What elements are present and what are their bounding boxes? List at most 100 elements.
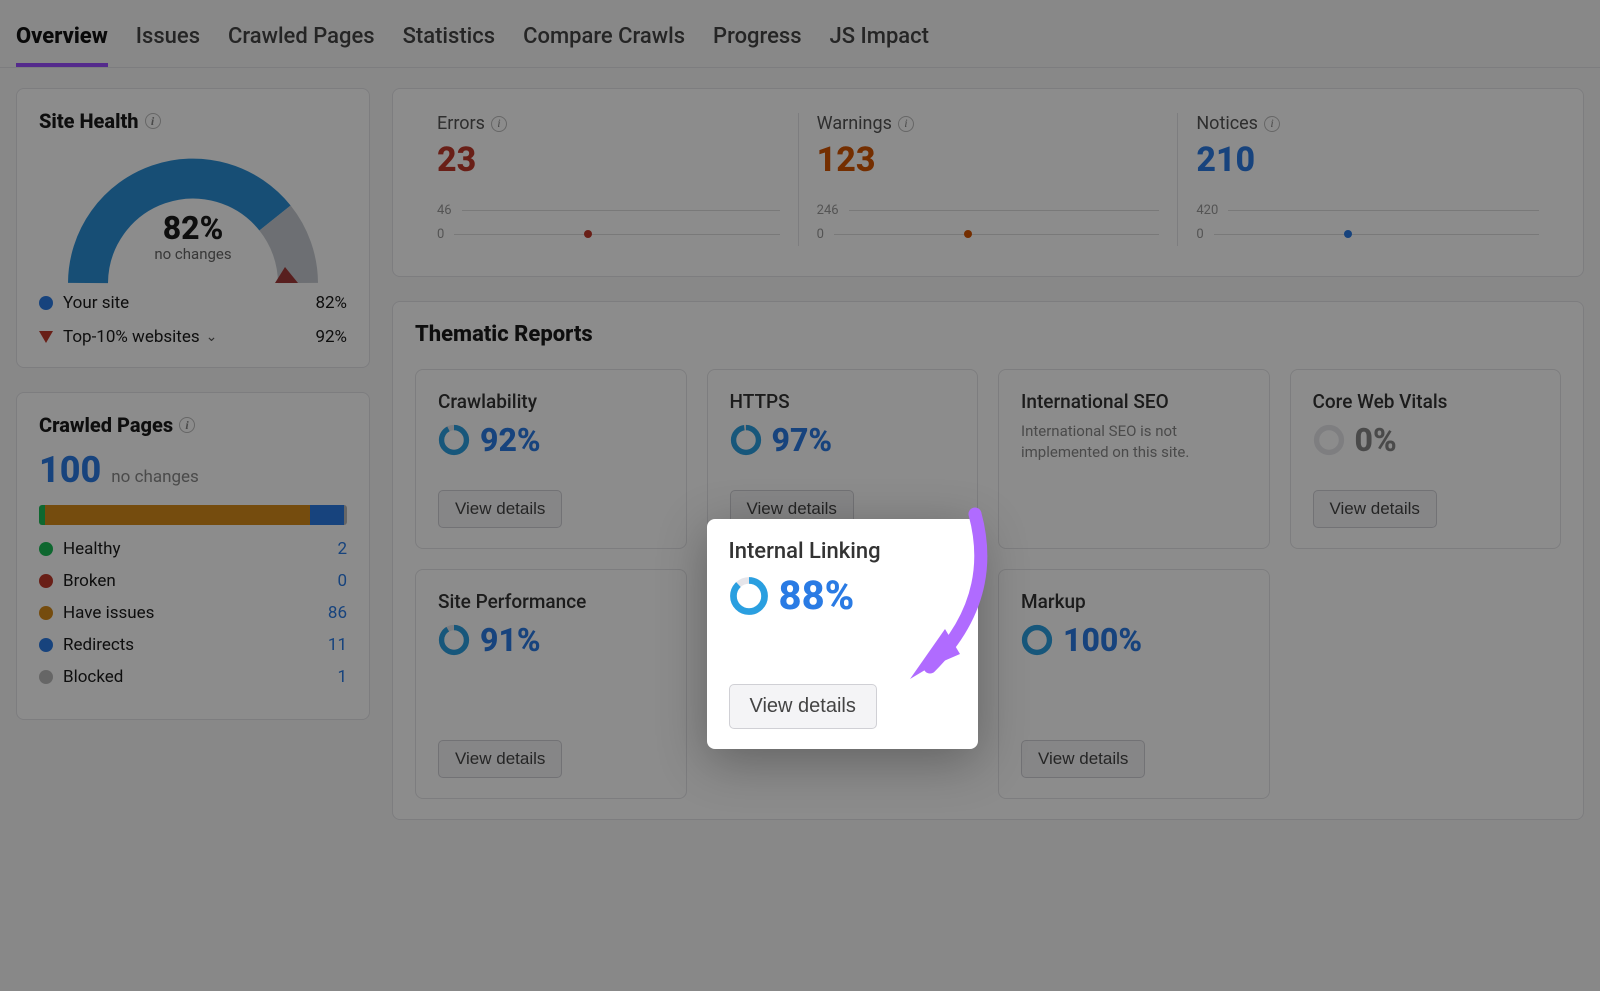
stat-warnings[interactable]: Warnings i 123 246 0 (799, 113, 1179, 246)
dot-icon (39, 296, 53, 310)
report-percent: 88% (779, 572, 855, 619)
report-internal-linking: Internal Linking 88% View details (707, 519, 979, 749)
status-row[interactable]: Blocked 1 (39, 667, 347, 687)
report-title: Core Web Vitals (1313, 390, 1539, 413)
axis-label: 0 (817, 227, 824, 242)
report-title: International SEO (1021, 390, 1247, 413)
report-site-performance: Site Performance 91% View details (415, 569, 687, 799)
segment (310, 505, 344, 525)
donut-icon (730, 424, 762, 456)
triangle-down-icon (39, 331, 53, 343)
donut-icon (729, 576, 769, 616)
report-title: Internal Linking (729, 539, 957, 564)
legend-value: 82% (315, 293, 347, 313)
stat-title: Errors (437, 113, 485, 134)
tab-progress[interactable]: Progress (713, 24, 802, 67)
donut-icon (1313, 424, 1345, 456)
report-title: Crawlability (438, 390, 664, 413)
status-row[interactable]: Broken 0 (39, 571, 347, 591)
axis-label: 0 (437, 227, 444, 242)
segment (45, 505, 310, 525)
status-label: Healthy (63, 539, 121, 559)
view-details-button[interactable]: View details (1313, 490, 1437, 528)
info-icon[interactable]: i (179, 417, 195, 433)
info-icon[interactable]: i (145, 113, 161, 129)
status-row[interactable]: Healthy 2 (39, 539, 347, 559)
crawled-title: Crawled Pages (39, 413, 173, 437)
stat-value: 210 (1196, 140, 1539, 180)
stat-title: Notices (1196, 113, 1258, 134)
sparkline-dot (584, 230, 592, 238)
view-details-button[interactable]: View details (438, 740, 562, 778)
report-percent: 92% (480, 421, 541, 459)
axis-label: 0 (1196, 227, 1203, 242)
axis-label: 246 (817, 203, 839, 218)
dot-icon (39, 606, 53, 620)
sparkline-dot (1344, 230, 1352, 238)
donut-icon (438, 424, 470, 456)
dot-icon (39, 638, 53, 652)
legend-label: Top-10% websites (63, 327, 200, 347)
view-details-button[interactable]: View details (1021, 740, 1145, 778)
status-value: 0 (317, 571, 347, 591)
issues-summary-card: Errorsi23460Warningsi1232460Noticesi2104… (392, 88, 1584, 277)
segment (344, 505, 347, 525)
status-label: Blocked (63, 667, 123, 687)
chevron-down-icon[interactable]: ⌄ (206, 329, 218, 345)
stat-title: Warnings (817, 113, 892, 134)
status-value: 11 (317, 635, 347, 655)
tab-js-impact[interactable]: JS Impact (830, 24, 929, 67)
report-title: Markup (1021, 590, 1247, 613)
status-label: Broken (63, 571, 116, 591)
stat-notices[interactable]: Noticesi2104200 (1178, 113, 1557, 246)
info-icon[interactable]: i (1264, 116, 1280, 132)
status-value: 2 (317, 539, 347, 559)
status-row[interactable]: Redirects11 (39, 635, 347, 655)
crawled-note: no changes (111, 467, 199, 487)
report-note: International SEO is not implemented on … (1021, 421, 1247, 463)
tab-issues[interactable]: Issues (136, 24, 200, 67)
info-icon[interactable]: i (491, 116, 507, 132)
report-percent: 100% (1063, 621, 1142, 659)
axis-label: 46 (437, 203, 452, 218)
dot-icon (39, 542, 53, 556)
dot-icon (39, 670, 53, 684)
crawled-total: 100 (39, 449, 101, 491)
status-value: 1 (317, 667, 347, 687)
donut-icon (438, 624, 470, 656)
stat-value: 123 (817, 140, 1160, 180)
status-row[interactable]: Have issues 86 (39, 603, 347, 623)
crawled-pages-card: Crawled Pages i 100 no changes Healthy 2 B… (16, 392, 370, 720)
legend-row[interactable]: Top-10% websites⌄92% (39, 327, 347, 347)
report-markup: Markup 100% View details (998, 569, 1270, 799)
view-details-button[interactable]: View details (438, 490, 562, 528)
tab-compare-crawls[interactable]: Compare Crawls (523, 24, 685, 67)
site-health-title: Site Health (39, 109, 139, 133)
info-icon[interactable]: i (898, 116, 914, 132)
report-crawlability: Crawlability 92% View details (415, 369, 687, 549)
tab-crawled-pages[interactable]: Crawled Pages (228, 24, 375, 67)
site-health-card: Site Health i 82% no changes Your site 82… (16, 88, 370, 368)
tab-overview[interactable]: Overview (16, 24, 108, 67)
report-percent: 91% (480, 621, 541, 659)
status-label: Have issues (63, 603, 154, 623)
legend-label: Your site (63, 293, 129, 313)
report-percent: 0% (1355, 421, 1397, 459)
gauge-sub: no changes (154, 245, 231, 263)
tab-statistics[interactable]: Statistics (403, 24, 496, 67)
dot-icon (39, 574, 53, 588)
thematic-reports-card: Thematic Reports Crawlability 92% View det… (392, 301, 1584, 820)
stat-errors[interactable]: Errorsi 23 46 0 (419, 113, 799, 246)
status-value: 86 (317, 603, 347, 623)
report-international-seo: International SEO International SEO is no… (998, 369, 1270, 549)
sparkline-dot (964, 230, 972, 238)
stat-value: 23 (437, 140, 780, 180)
view-details-button[interactable]: View details (729, 684, 877, 729)
report-title: HTTPS (730, 390, 956, 413)
report-title: Site Performance (438, 590, 664, 613)
gauge-percent: 82% (163, 209, 224, 247)
report-core-web-vitals: Core Web Vitals 0% View details (1290, 369, 1562, 549)
donut-icon (1021, 624, 1053, 656)
thematic-title: Thematic Reports (415, 322, 1561, 347)
report-percent: 97% (772, 421, 833, 459)
